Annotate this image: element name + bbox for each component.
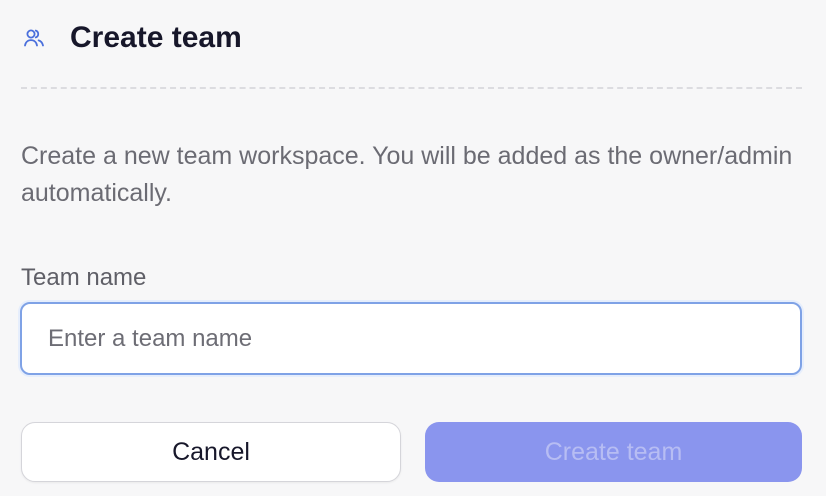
header-divider: [21, 87, 802, 89]
create-team-dialog: Create team Create a new team workspace.…: [0, 0, 826, 496]
dialog-description: Create a new team workspace. You will be…: [21, 142, 793, 207]
dialog-header: Create team: [21, 18, 242, 58]
team-name-input[interactable]: [20, 302, 802, 375]
dialog-title: Create team: [70, 21, 242, 54]
users-icon: [21, 25, 47, 51]
create-team-button[interactable]: Create team: [425, 422, 802, 482]
team-name-label: Team name: [21, 264, 147, 291]
cancel-button[interactable]: Cancel: [21, 422, 401, 482]
